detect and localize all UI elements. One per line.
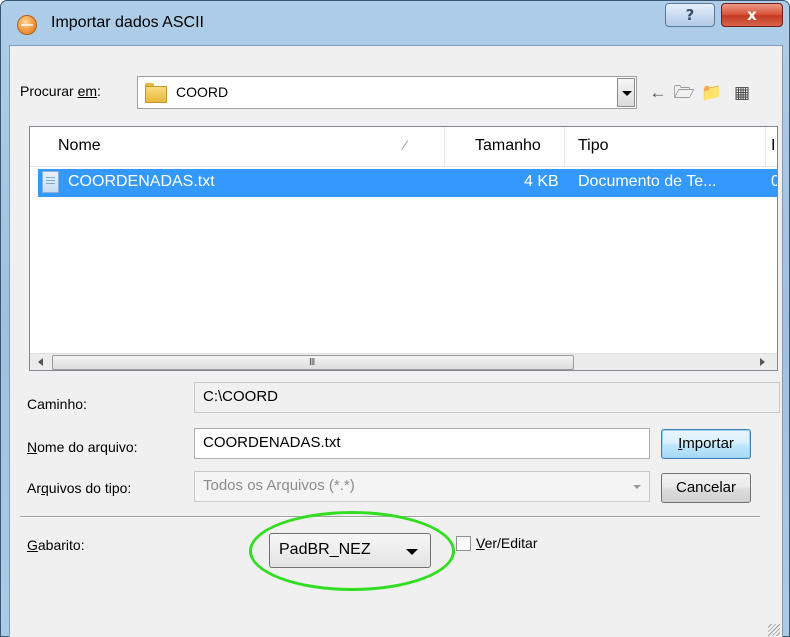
filetype-label: Arquivos do tipo: xyxy=(27,480,132,496)
close-button[interactable]: x xyxy=(721,3,783,27)
dialog-window: Importar dados ASCII ? x Procurar em: CO… xyxy=(0,0,790,637)
column-header-type[interactable]: Tipo xyxy=(578,137,609,155)
filetype-value: Todos os Arquivos (*.*) xyxy=(203,477,355,494)
list-item[interactable]: COORDENADAS.txt 4 KB Documento de Te... … xyxy=(38,169,777,197)
view-menu-icon[interactable]: ▦ xyxy=(731,82,753,104)
column-header-name[interactable]: Nome xyxy=(58,137,101,155)
list-header: Nome ⁄ Tamanho Tipo I xyxy=(30,127,777,167)
file-extra: 0; xyxy=(771,173,777,191)
filetype-dropdown[interactable]: Todos os Arquivos (*.*) xyxy=(194,471,650,502)
lookin-dropdown[interactable]: COORD xyxy=(137,76,637,109)
resize-grip[interactable] xyxy=(768,624,780,636)
path-value: C:\COORD xyxy=(203,388,278,405)
file-size: 4 KB xyxy=(524,173,559,190)
chevron-down-icon xyxy=(406,549,418,555)
view-edit-label[interactable]: Ver/Editar xyxy=(476,535,538,551)
up-folder-icon[interactable]: 🗁 xyxy=(673,82,695,104)
filename-label: Nome do arquivo: xyxy=(27,439,138,455)
chevron-down-icon xyxy=(633,485,641,489)
scroll-grip: III xyxy=(309,357,315,368)
divider xyxy=(20,516,760,518)
template-label: Gabarito: xyxy=(27,537,85,553)
path-label: Caminho: xyxy=(27,396,87,412)
import-button[interactable]: Importar xyxy=(661,429,751,459)
filename-field[interactable]: COORDENADAS.txt xyxy=(194,428,650,459)
chevron-down-icon[interactable] xyxy=(617,78,635,107)
horizontal-scrollbar[interactable]: III xyxy=(30,353,777,370)
column-divider[interactable] xyxy=(444,127,445,167)
help-button[interactable]: ? xyxy=(665,3,715,27)
lookin-value: COORD xyxy=(176,84,229,100)
column-divider[interactable] xyxy=(564,127,565,167)
template-value: PadBR_NEZ xyxy=(279,541,371,558)
lookin-label: Procurar em: xyxy=(20,83,101,99)
window-title: Importar dados ASCII xyxy=(51,14,204,31)
back-arrow-icon[interactable]: ← xyxy=(647,82,669,104)
column-header-size[interactable]: Tamanho xyxy=(475,137,541,155)
sort-indicator-icon: ⁄ xyxy=(404,137,407,153)
template-dropdown[interactable]: PadBR_NEZ xyxy=(269,533,431,568)
file-list[interactable]: Nome ⁄ Tamanho Tipo I COORDENADAS.txt 4 … xyxy=(29,126,778,371)
view-edit-checkbox[interactable] xyxy=(456,536,471,551)
text-file-icon xyxy=(42,171,59,193)
file-name: COORDENADAS.txt xyxy=(68,173,215,190)
path-field: C:\COORD xyxy=(194,382,780,413)
file-type: Documento de Te... xyxy=(578,173,717,190)
cancel-button[interactable]: Cancelar xyxy=(661,473,751,503)
new-folder-icon[interactable]: 📁 xyxy=(701,82,723,104)
title-bar[interactable]: Importar dados ASCII ? x xyxy=(1,1,789,45)
column-divider[interactable] xyxy=(765,127,766,167)
scroll-left-icon[interactable] xyxy=(38,358,43,366)
scroll-thumb[interactable]: III xyxy=(52,355,574,370)
filename-value: COORDENADAS.txt xyxy=(203,434,341,451)
scroll-right-icon[interactable] xyxy=(760,358,765,366)
app-icon xyxy=(17,15,37,35)
folder-icon xyxy=(145,83,167,103)
dialog-body: Procurar em: COORD ← 🗁 📁 ▦ Nome ⁄ Tamanh… xyxy=(9,45,783,637)
column-header-extra[interactable]: I xyxy=(771,137,775,155)
